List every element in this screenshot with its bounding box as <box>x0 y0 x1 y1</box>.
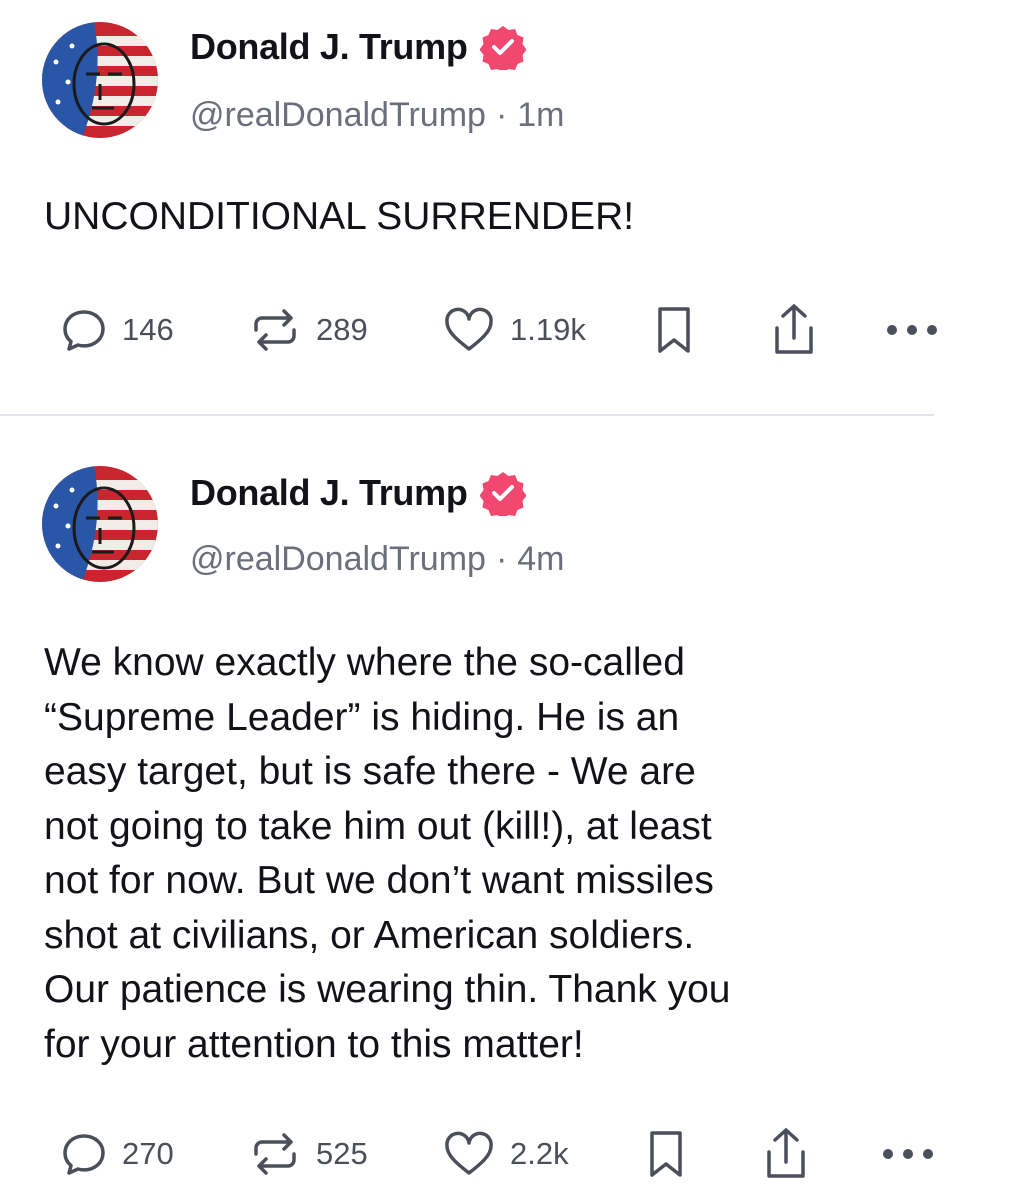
repost-count: 289 <box>316 312 368 347</box>
bookmark-icon <box>650 1131 682 1177</box>
flag-portrait-avatar-icon <box>42 22 158 138</box>
bookmark-button[interactable] <box>642 1124 690 1184</box>
reply-count: 146 <box>122 312 174 347</box>
meta-separator: · <box>495 540 508 578</box>
post-timestamp[interactable]: 1m <box>517 96 564 134</box>
bookmark-icon <box>658 307 690 353</box>
verified-badge-icon <box>479 472 526 516</box>
verified-badge-icon <box>479 26 526 70</box>
heart-icon <box>445 307 493 351</box>
more-button[interactable] <box>884 300 940 360</box>
like-count: 1.19k <box>510 312 586 347</box>
post-timestamp[interactable]: 4m <box>517 540 564 578</box>
reply-icon <box>63 1134 105 1175</box>
author-display-name[interactable]: Donald J. Trump <box>190 26 468 68</box>
author-handle[interactable]: @realDonaldTrump <box>190 96 486 134</box>
more-button[interactable] <box>880 1124 936 1184</box>
post-text: We know exactly where the so-called “Sup… <box>44 641 731 1066</box>
post-text: UNCONDITIONAL SURRENDER! <box>44 195 635 238</box>
post[interactable]: Donald J. Trump @realDonaldTrump · 4m We k… <box>0 416 1009 1200</box>
post[interactable]: Donald J. Trump @realDonaldTrump · 1m UNCO… <box>0 0 1009 416</box>
repost-icon <box>254 1133 296 1175</box>
author-display-name[interactable]: Donald J. Trump <box>190 472 468 514</box>
flag-portrait-avatar-icon <box>42 466 158 582</box>
repost-button[interactable]: 525 <box>248 1124 368 1184</box>
author-name-row[interactable]: Donald J. Trump <box>190 24 526 70</box>
avatar[interactable] <box>42 466 158 582</box>
meta-separator: · <box>495 96 508 134</box>
like-button[interactable]: 2.2k <box>442 1124 569 1184</box>
author-handle[interactable]: @realDonaldTrump <box>190 540 486 578</box>
repost-button[interactable]: 289 <box>248 300 368 360</box>
like-count: 2.2k <box>510 1136 569 1171</box>
repost-count: 525 <box>316 1136 368 1171</box>
bookmark-button[interactable] <box>650 300 698 360</box>
share-icon <box>775 304 813 354</box>
heart-icon <box>445 1131 493 1175</box>
author-meta: @realDonaldTrump · 4m <box>190 540 565 579</box>
share-button[interactable] <box>760 1124 812 1184</box>
reply-count: 270 <box>122 1136 174 1171</box>
post-actions: 146 289 1.19k <box>0 300 1009 360</box>
author-meta: @realDonaldTrump · 1m <box>190 96 565 135</box>
reply-button[interactable]: 270 <box>60 1124 174 1184</box>
like-button[interactable]: 1.19k <box>442 300 586 360</box>
share-button[interactable] <box>768 300 820 360</box>
share-icon <box>767 1128 805 1178</box>
author-name-row[interactable]: Donald J. Trump <box>190 470 526 516</box>
reply-icon <box>63 310 105 351</box>
post-actions: 270 525 2.2k <box>0 1124 1009 1184</box>
more-icon <box>883 1149 933 1159</box>
reply-button[interactable]: 146 <box>60 300 174 360</box>
more-icon <box>887 325 937 335</box>
repost-icon <box>254 309 296 351</box>
avatar[interactable] <box>42 22 158 138</box>
